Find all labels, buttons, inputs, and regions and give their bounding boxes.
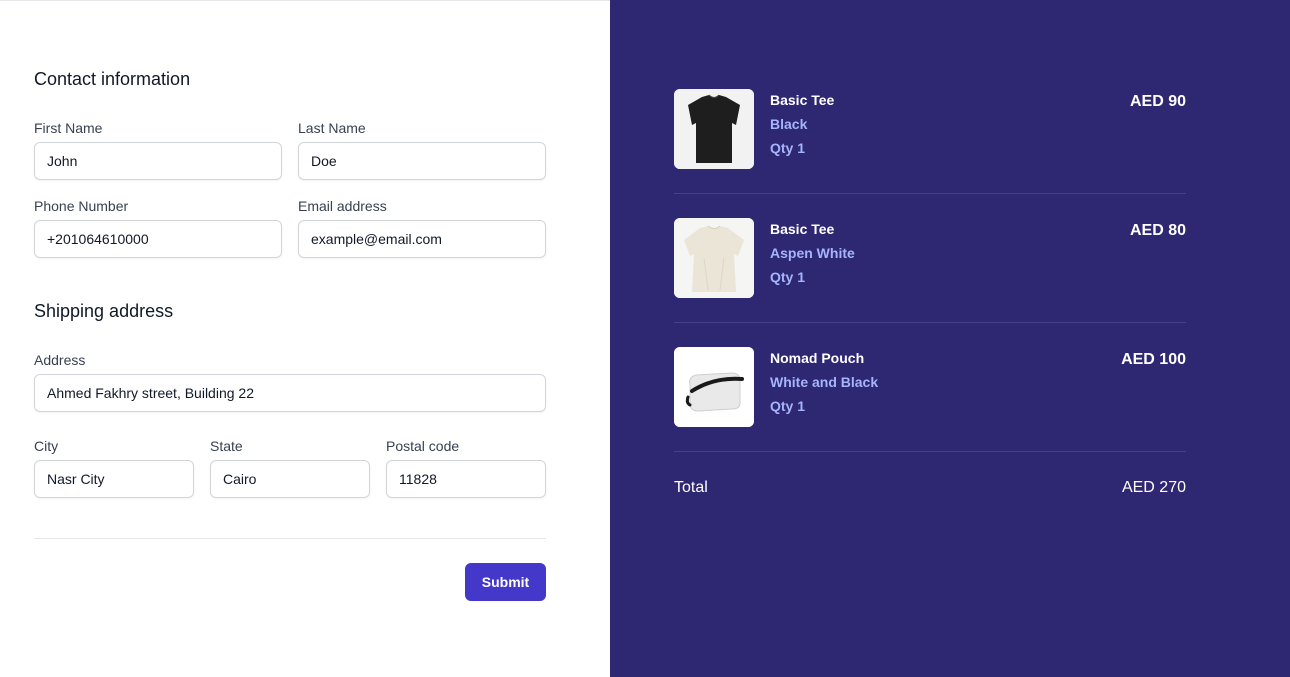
white-tee-image bbox=[674, 218, 754, 298]
item-separator bbox=[674, 193, 1186, 194]
address-label: Address bbox=[34, 352, 86, 368]
total-value: AED 270 bbox=[1121, 479, 1186, 496]
form-divider bbox=[34, 538, 546, 539]
phone-label: Phone Number bbox=[34, 198, 129, 214]
last-name-label: Last Name bbox=[298, 120, 366, 136]
item-variant: Aspen White bbox=[770, 245, 855, 261]
order-item: Basic Tee Aspen White Qty 1 AED 80 bbox=[674, 218, 1186, 298]
item-separator bbox=[674, 451, 1186, 452]
item-price: AED 80 bbox=[1129, 222, 1186, 239]
phone-field[interactable] bbox=[34, 220, 282, 258]
state-field[interactable] bbox=[210, 460, 370, 498]
checkout-form-panel: Contact information First Name Last Name… bbox=[0, 0, 610, 677]
order-item: Basic Tee Black Qty 1 AED 90 bbox=[674, 89, 1186, 169]
total-label: Total bbox=[674, 479, 708, 496]
item-variant: Black bbox=[770, 116, 808, 132]
postal-code-label: Postal code bbox=[386, 438, 460, 454]
item-price: AED 90 bbox=[1129, 93, 1186, 110]
item-variant: White and Black bbox=[770, 374, 879, 390]
item-separator bbox=[674, 322, 1186, 323]
last-name-field[interactable] bbox=[298, 142, 546, 180]
email-label: Email address bbox=[298, 198, 387, 214]
item-name: Nomad Pouch bbox=[770, 350, 865, 366]
address-field[interactable] bbox=[34, 374, 546, 412]
first-name-field[interactable] bbox=[34, 142, 282, 180]
item-quantity: Qty 1 bbox=[770, 398, 806, 414]
item-quantity: Qty 1 bbox=[770, 269, 806, 285]
shipping-heading: Shipping address bbox=[34, 301, 174, 321]
postal-code-field[interactable] bbox=[386, 460, 546, 498]
item-name: Basic Tee bbox=[770, 221, 835, 237]
nomad-pouch-image bbox=[674, 347, 754, 427]
black-tee-image bbox=[674, 89, 754, 169]
submit-button[interactable]: Submit bbox=[465, 563, 546, 601]
email-field[interactable] bbox=[298, 220, 546, 258]
contact-heading: Contact information bbox=[34, 69, 191, 89]
order-item: Nomad Pouch White and Black Qty 1 AED 10… bbox=[674, 347, 1186, 427]
city-label: City bbox=[34, 438, 59, 454]
item-name: Basic Tee bbox=[770, 92, 835, 108]
state-label: State bbox=[210, 438, 243, 454]
item-quantity: Qty 1 bbox=[770, 140, 806, 156]
first-name-label: First Name bbox=[34, 120, 103, 136]
item-price: AED 100 bbox=[1121, 351, 1186, 368]
city-field[interactable] bbox=[34, 460, 194, 498]
